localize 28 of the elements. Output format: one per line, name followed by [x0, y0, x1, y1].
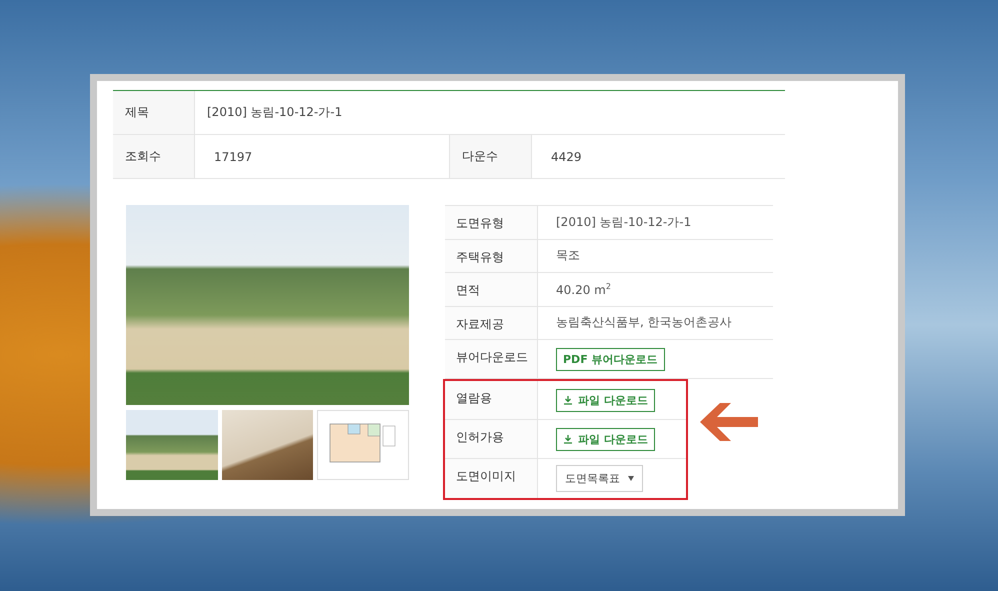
field-label: 도면유형 — [445, 206, 538, 238]
house-thumbnail[interactable] — [126, 410, 218, 480]
field-label: 주택유형 — [445, 240, 538, 272]
download-icon — [563, 395, 573, 405]
left-arrow-icon — [700, 403, 758, 441]
field-label: 도면이미지 — [445, 459, 538, 498]
field-value: 40.20 m$^{2}$ — [556, 282, 611, 297]
field-label: 제목 — [113, 91, 195, 134]
interior-thumbnail[interactable] — [222, 410, 314, 480]
floor-plan-thumbnail[interactable] — [317, 410, 410, 480]
pdf-viewer-download-button[interactable]: PDF 뷰어다운로드 — [556, 348, 665, 370]
download-icon — [563, 434, 573, 444]
field-label: 조회수 — [113, 135, 195, 178]
field-label: 다운수 — [450, 135, 532, 178]
field-value: [2010] 농림-10-12-가-1 — [556, 214, 692, 231]
file-download-button[interactable]: 파일 다운로드 — [556, 388, 655, 412]
field-value: 목조 — [556, 247, 580, 264]
field-value: 농림축산식품부, 한국농어촌공사 — [556, 314, 732, 332]
field-label: 자료제공 — [445, 306, 538, 339]
file-download-button[interactable]: 파일 다운로드 — [556, 428, 655, 450]
field-value: 4429 — [550, 148, 583, 166]
field-label: 면적 — [445, 273, 538, 306]
drawing-list-dropdown[interactable]: 도면목록표 — [556, 465, 643, 492]
field-label: 열람용 — [445, 381, 538, 419]
field-value: [2010] 농림-10-12-가-1 — [206, 104, 344, 121]
dropdown-caret-icon — [628, 476, 634, 481]
field-label: 뷰어다운로드 — [445, 340, 538, 378]
field-label: 인허가용 — [445, 420, 538, 458]
